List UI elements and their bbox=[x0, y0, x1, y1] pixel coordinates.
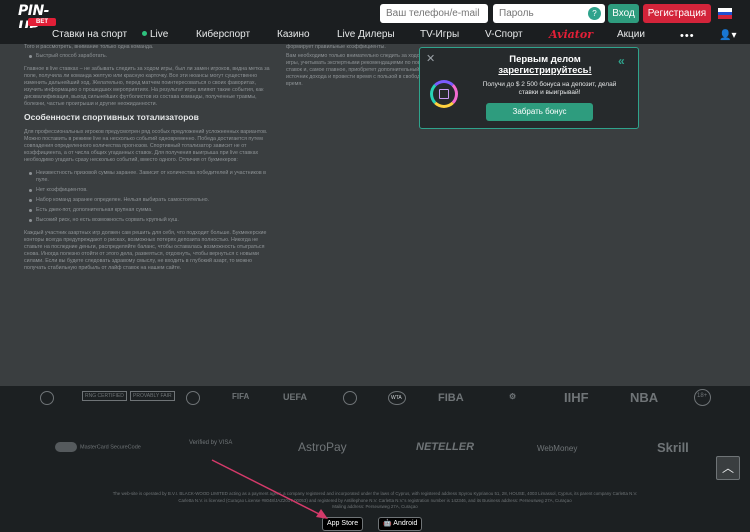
logo-sub: BET bbox=[28, 18, 56, 26]
article-paragraph: Каждый участник азартных игр должен сам … bbox=[24, 230, 267, 271]
helmet-icon bbox=[40, 391, 54, 405]
skrill-logo: Skrill bbox=[657, 440, 689, 455]
age-18-icon: 18+ bbox=[694, 389, 711, 406]
nav-item-aviator[interactable]: Aviator bbox=[549, 28, 593, 41]
phone-email-input[interactable] bbox=[380, 4, 488, 23]
article-paragraph: Для профессиональных игроков предусмотре… bbox=[24, 129, 268, 163]
rng-certified-logo: RNG CERTIFIED bbox=[82, 391, 127, 401]
list-item: Нет коэффициентов. bbox=[29, 187, 274, 194]
nav-item-v-sport[interactable]: V-Спорт bbox=[485, 29, 523, 40]
scroll-up-button[interactable]: ︿ bbox=[716, 456, 740, 480]
wta-logo: WTA bbox=[388, 391, 406, 405]
user-settings-icon[interactable]: 👤▾ bbox=[719, 30, 736, 41]
fiba-logo: FIBA bbox=[438, 392, 464, 404]
nav-item-live-dealers[interactable]: Live Дилеры bbox=[337, 29, 395, 40]
list-item: Высокий риск, но есть возможность сорват… bbox=[29, 217, 274, 224]
article-right-column: формирует правильные коэффициенты. Вам н… bbox=[286, 44, 436, 88]
nav-item-esports[interactable]: Киберспорт bbox=[196, 29, 250, 40]
age-label: 18+ bbox=[697, 393, 708, 399]
pinup-logo[interactable]: PIN-UP BET bbox=[18, 3, 66, 35]
iihf-logo: IIHF bbox=[564, 390, 589, 405]
article-paragraph: формирует правильные коэффициенты. bbox=[286, 44, 386, 50]
list-item: Набор команд заранее определен. Нельзя в… bbox=[29, 197, 274, 204]
article-left-column: Того и рассмотреть, внимание только одна… bbox=[24, 44, 274, 278]
promo-title: Первым делом зарегистрируйтесь! bbox=[465, 54, 625, 76]
android-label: Android bbox=[393, 520, 418, 527]
ball-icon bbox=[186, 391, 200, 405]
language-flag-icon[interactable] bbox=[718, 8, 732, 19]
hockey-icon bbox=[343, 391, 357, 405]
close-icon[interactable]: ✕ bbox=[426, 52, 435, 65]
fifa-logo: FIFA bbox=[232, 392, 250, 401]
uefa-logo: UEFA bbox=[283, 392, 308, 402]
article-bullet-list: Неизвестность призовой суммы заранее. За… bbox=[24, 170, 274, 224]
nav-item-live[interactable]: Live bbox=[142, 29, 168, 40]
mastercard-label: MasterCard SecureCode bbox=[80, 444, 141, 451]
mastercard-securecode-logo: MasterCard SecureCode bbox=[55, 442, 141, 452]
article-heading: Особенности спортивных тотализаторов bbox=[24, 112, 199, 122]
register-button[interactable]: Регистрация bbox=[643, 4, 711, 23]
article-top-line: Того и рассмотреть, внимание только одна… bbox=[24, 44, 154, 50]
article-top-bullet: Быстрый способ заработать. bbox=[29, 53, 274, 60]
bonus-promo-popup: ✕ « Первым делом зарегистрируйтесь! Полу… bbox=[419, 47, 639, 129]
nav-item-casino[interactable]: Казино bbox=[277, 29, 310, 40]
list-item: Есть джек-пот, дополнительная крупная су… bbox=[29, 207, 274, 214]
gift-icon bbox=[430, 80, 458, 108]
nav-item-promotions[interactable]: Акции bbox=[617, 29, 645, 40]
wta-label: WTA bbox=[391, 395, 402, 401]
runner-icon: ⚙ bbox=[509, 392, 517, 401]
question-icon[interactable]: ? bbox=[588, 7, 601, 20]
nav-item-tv-games[interactable]: TV-Игры bbox=[420, 29, 459, 40]
article-paragraph: Главное в live ставках – не забывать сле… bbox=[24, 66, 270, 107]
nav-item-live-label: Live bbox=[150, 29, 169, 40]
list-item: Неизвестность призовой суммы заранее. За… bbox=[29, 170, 274, 184]
claim-bonus-button[interactable]: Забрать бонус bbox=[486, 103, 593, 121]
neteller-logo: NETELLER bbox=[416, 441, 475, 453]
more-menu-icon[interactable]: ••• bbox=[680, 30, 695, 42]
webmoney-logo: WebMoney bbox=[537, 444, 578, 453]
promo-title-line1: Первым делом bbox=[509, 54, 581, 65]
nba-logo: NBA bbox=[630, 390, 659, 405]
android-button[interactable]: 🤖 Android bbox=[378, 517, 423, 531]
promo-text: Получи до $ 2 500 бонуса на депозит, дел… bbox=[482, 81, 617, 96]
main-nav: Ставки на спорт Live Киберспорт Казино L… bbox=[0, 28, 750, 44]
nav-item-sports[interactable]: Ставки на спорт bbox=[52, 29, 127, 40]
partner-logos: RNG CERTIFIED PROVABLY FAIR FIFA UEFA WT… bbox=[0, 386, 750, 412]
android-icon: 🤖 bbox=[383, 520, 392, 527]
promo-register-link[interactable]: зарегистрируйтесь! bbox=[498, 65, 591, 76]
article-paragraph: Вам необходимо только внимательно следит… bbox=[286, 53, 430, 87]
provably-fair-logo: PROVABLY FAIR bbox=[130, 391, 175, 401]
live-dot-icon bbox=[142, 31, 147, 36]
header: PIN-UP BET ? Вход Регистрация bbox=[0, 0, 750, 35]
annotation-arrow bbox=[211, 459, 328, 519]
login-button[interactable]: Вход bbox=[608, 4, 639, 23]
